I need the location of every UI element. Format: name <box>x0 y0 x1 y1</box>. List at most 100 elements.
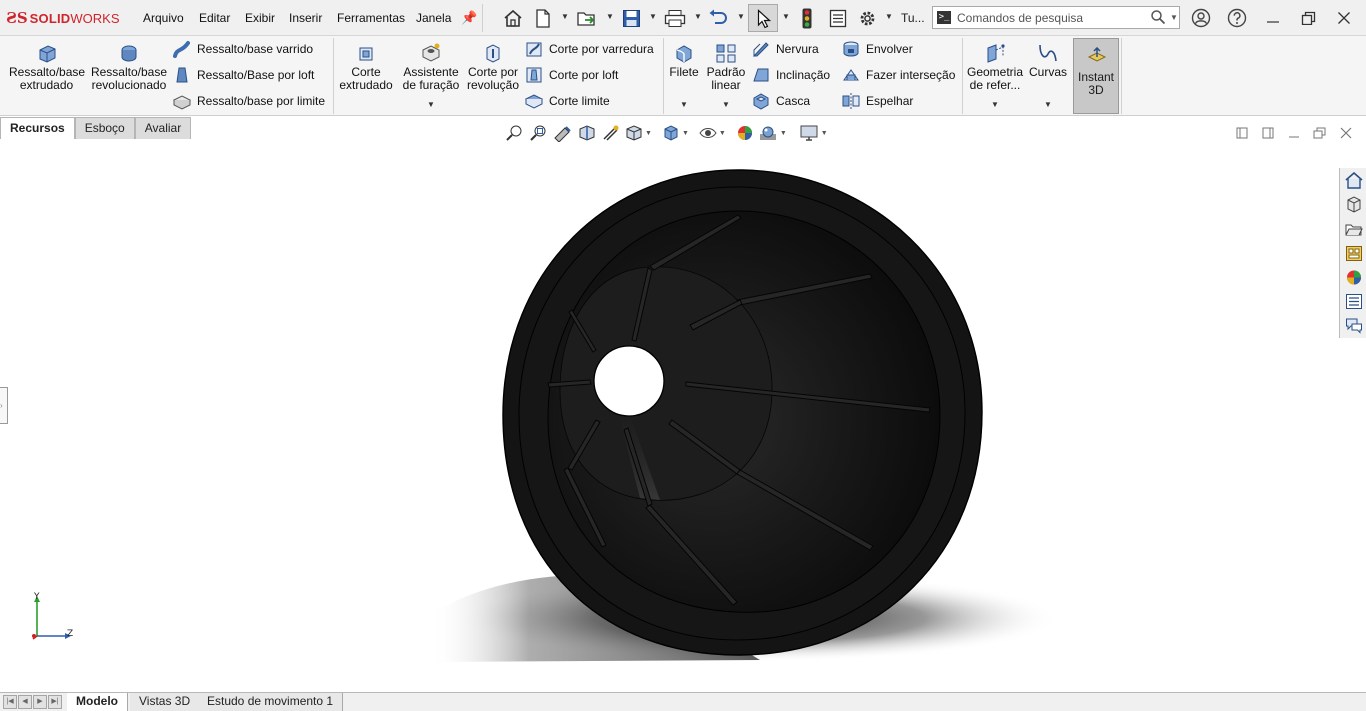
curves-dropdown-icon[interactable]: ▼ <box>1044 100 1052 109</box>
lofted-boss-button[interactable]: Ressalto/Base por loft <box>172 65 314 85</box>
zoom-area-icon[interactable] <box>529 124 549 142</box>
search-icon[interactable] <box>1150 9 1166 28</box>
view-settings-icon[interactable]: ▼ <box>799 124 828 142</box>
menu-ferramentas[interactable]: Ferramentas <box>337 11 405 25</box>
taskpane-view-palette-icon[interactable] <box>1343 243 1365 264</box>
view-orientation-icon[interactable]: ▼ <box>625 124 652 142</box>
viewport-minimize-icon[interactable] <box>1286 126 1302 140</box>
extruded-boss-button[interactable]: Ressalto/base extrudado <box>9 40 85 92</box>
open-dropdown-icon[interactable]: ▼ <box>606 12 614 21</box>
first-tab-icon[interactable]: |◀ <box>3 695 17 709</box>
edit-appearance-icon[interactable] <box>736 124 754 142</box>
search-dropdown-icon[interactable]: ▼ <box>1170 13 1178 22</box>
mirror-button[interactable]: Espelhar <box>841 91 913 111</box>
wrap-button[interactable]: Envolver <box>841 39 913 59</box>
intersect-button[interactable]: Fazer interseção <box>841 65 955 85</box>
viewport-close-icon[interactable] <box>1338 126 1354 140</box>
view-orientation-dropdown-icon[interactable]: ▼ <box>645 130 652 137</box>
select-button[interactable] <box>748 4 778 32</box>
tab-modelo[interactable]: Modelo <box>67 693 128 711</box>
display-style-dropdown-icon[interactable]: ▼ <box>682 130 689 137</box>
help-icon[interactable] <box>1225 8 1249 28</box>
search-input[interactable] <box>957 9 1147 26</box>
menu-janela[interactable]: Janela <box>416 11 451 25</box>
home-icon[interactable] <box>501 7 525 29</box>
new-dropdown-icon[interactable]: ▼ <box>561 12 569 21</box>
previous-view-icon[interactable] <box>553 124 573 142</box>
apply-scene-icon[interactable]: ▼ <box>758 124 787 142</box>
new-document-icon[interactable] <box>533 7 553 29</box>
solidworks-logo[interactable]: ƧS SOLID WORKS <box>6 8 120 28</box>
tab-esboco[interactable]: Esboço <box>74 117 135 139</box>
tab-avaliar[interactable]: Avaliar <box>134 117 192 139</box>
display-style-icon[interactable]: ▼ <box>662 124 689 142</box>
account-icon[interactable] <box>1189 8 1213 28</box>
next-tab-icon[interactable]: ▶ <box>33 695 47 709</box>
rebuild-icon[interactable] <box>800 7 814 29</box>
fillet-button[interactable]: Filete <box>667 40 701 79</box>
tab-recursos[interactable]: Recursos <box>0 117 75 139</box>
close-window-icon[interactable] <box>1332 8 1356 28</box>
linear-pattern-button[interactable]: Padrão linear <box>704 40 748 92</box>
hole-wizard-dropdown-icon[interactable]: ▼ <box>427 100 435 109</box>
instant3d-button[interactable]: Instant 3D <box>1073 38 1119 114</box>
options-dropdown-icon[interactable]: ▼ <box>885 12 893 21</box>
hide-show-items-icon[interactable]: ▼ <box>699 124 726 142</box>
save-dropdown-icon[interactable]: ▼ <box>649 12 657 21</box>
menu-exibir[interactable]: Exibir <box>245 11 275 25</box>
print-dropdown-icon[interactable]: ▼ <box>694 12 702 21</box>
menu-arquivo[interactable]: Arquivo <box>143 11 184 25</box>
taskpane-forum-icon[interactable] <box>1343 315 1365 336</box>
section-view-icon[interactable] <box>577 124 597 142</box>
restore-window-icon[interactable] <box>1297 8 1321 28</box>
fillet-dropdown-icon[interactable]: ▼ <box>680 100 688 109</box>
pin-icon[interactable]: 📌 <box>461 10 477 26</box>
boundary-boss-button[interactable]: Ressalto/base por limite <box>172 91 325 111</box>
swept-cut-button[interactable]: Corte por varredura <box>524 39 654 59</box>
taskpane-appearances-icon[interactable] <box>1343 267 1365 288</box>
draft-button[interactable]: Inclinação <box>751 65 830 85</box>
dynamic-annotation-icon[interactable] <box>601 124 621 142</box>
extruded-cut-button[interactable]: Corte extrudado <box>338 40 394 92</box>
hide-show-dropdown-icon[interactable]: ▼ <box>719 130 726 137</box>
toolbar-overflow-label[interactable]: Tu... <box>901 11 925 25</box>
curves-button[interactable]: Curvas <box>1028 40 1068 79</box>
menu-inserir[interactable]: Inserir <box>289 11 322 25</box>
viewport-collapse-left-icon[interactable] <box>1234 126 1250 140</box>
cylinder-part[interactable] <box>502 169 983 656</box>
zoom-to-fit-icon[interactable] <box>505 124 525 142</box>
undo-icon[interactable] <box>707 7 729 29</box>
taskpane-file-explorer-icon[interactable] <box>1343 219 1365 240</box>
viewport-restore-icon[interactable] <box>1312 126 1328 140</box>
linear-pattern-dropdown-icon[interactable]: ▼ <box>722 100 730 109</box>
rib-button[interactable]: Nervura <box>751 39 819 59</box>
select-dropdown-icon[interactable]: ▼ <box>782 12 790 21</box>
command-search-box[interactable]: >_ ▼ <box>932 6 1180 29</box>
shell-button[interactable]: Casca <box>751 91 810 111</box>
taskpane-custom-properties-icon[interactable] <box>1343 291 1365 312</box>
previous-tab-icon[interactable]: ◀ <box>18 695 32 709</box>
save-icon[interactable] <box>620 7 642 29</box>
options-gear-icon[interactable] <box>856 7 878 29</box>
feature-manager-handle[interactable]: › <box>0 387 8 424</box>
view-settings-dropdown-icon[interactable]: ▼ <box>821 130 828 137</box>
swept-boss-button[interactable]: Ressalto/base varrido <box>172 39 313 59</box>
menu-editar[interactable]: Editar <box>199 11 230 25</box>
minimize-window-icon[interactable] <box>1261 8 1285 28</box>
file-properties-icon[interactable] <box>827 7 849 29</box>
undo-dropdown-icon[interactable]: ▼ <box>737 12 745 21</box>
taskpane-resources-home-icon[interactable] <box>1343 170 1365 191</box>
hole-wizard-button[interactable]: Assistente de furação <box>400 40 462 92</box>
tab-estudo-movimento[interactable]: Estudo de movimento 1 <box>198 693 344 711</box>
taskpane-design-library-icon[interactable] <box>1343 194 1365 215</box>
boundary-cut-button[interactable]: Corte limite <box>524 91 610 111</box>
tab-vistas-3d[interactable]: Vistas 3D <box>130 693 201 711</box>
apply-scene-dropdown-icon[interactable]: ▼ <box>780 130 787 137</box>
model-view[interactable] <box>0 139 1366 692</box>
viewport-collapse-right-icon[interactable] <box>1260 126 1276 140</box>
last-tab-icon[interactable]: ▶| <box>48 695 62 709</box>
lofted-cut-button[interactable]: Corte por loft <box>524 65 618 85</box>
reference-geometry-dropdown-icon[interactable]: ▼ <box>991 100 999 109</box>
revolved-boss-button[interactable]: Ressalto/base revolucionado <box>90 40 168 92</box>
print-icon[interactable] <box>663 7 687 29</box>
